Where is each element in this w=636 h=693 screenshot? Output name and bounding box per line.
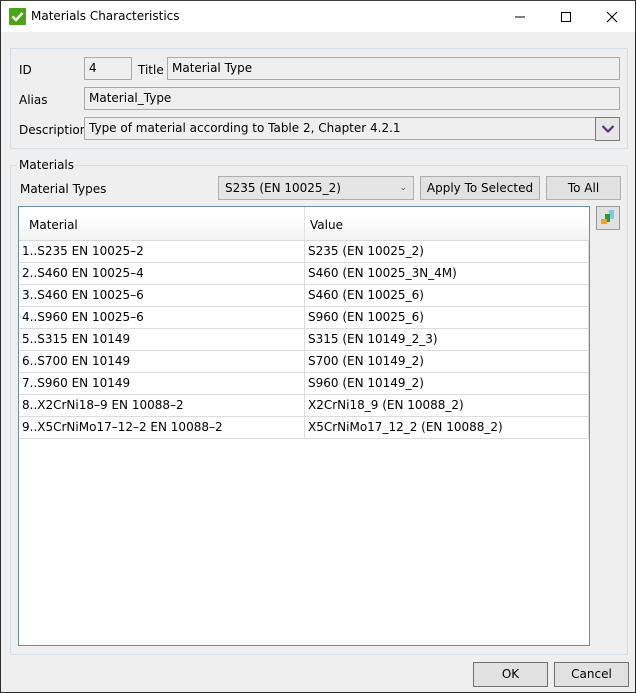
- minimize-button[interactable]: [497, 1, 543, 32]
- table-row[interactable]: 5..S315 EN 10149 S315 (EN 10149_2_3): [19, 329, 589, 351]
- value-cell[interactable]: S960 (EN 10025_6): [305, 307, 589, 328]
- material-cell[interactable]: 2..S460 EN 10025–4: [19, 263, 305, 284]
- material-types-select[interactable]: S235 (EN 10025_2) ⌄: [218, 176, 414, 200]
- material-cell[interactable]: 7..S960 EN 10149: [19, 373, 305, 394]
- table-row[interactable]: 9..X5CrNiMo17–12–2 EN 10088–2 X5CrNiMo17_…: [19, 417, 589, 439]
- value-cell[interactable]: S460 (EN 10025_3N_4M): [305, 263, 589, 284]
- table-row[interactable]: 7..S960 EN 10149 S960 (EN 10149_2): [19, 373, 589, 395]
- window-title: Materials Characteristics: [31, 9, 180, 23]
- chevron-down-icon: ⌄: [399, 183, 407, 193]
- material-cell[interactable]: 3..S460 EN 10025–6: [19, 285, 305, 306]
- table-row[interactable]: 8..X2CrNi18–9 EN 10088–2 X2CrNi18_9 (EN 1…: [19, 395, 589, 417]
- title-label: Title: [138, 63, 164, 77]
- material-types-selected: S235 (EN 10025_2): [225, 181, 341, 195]
- blocks-icon: [601, 210, 614, 224]
- table-row[interactable]: 1..S235 EN 10025–2 S235 (EN 10025_2): [19, 241, 589, 263]
- apply-to-selected-button[interactable]: Apply To Selected: [420, 176, 540, 200]
- alias-label: Alias: [19, 93, 48, 107]
- material-cell[interactable]: 1..S235 EN 10025–2: [19, 241, 305, 262]
- grid-header: Material Value: [19, 207, 589, 241]
- materials-grid: Material Value 1..S235 EN 10025–2 S235 (E…: [18, 206, 590, 646]
- column-header-material[interactable]: Material: [19, 207, 305, 241]
- value-cell[interactable]: X5CrNiMo17_12_2 (EN 10088_2): [305, 417, 589, 438]
- material-cell[interactable]: 9..X5CrNiMo17–12–2 EN 10088–2: [19, 417, 305, 438]
- material-cell[interactable]: 8..X2CrNi18–9 EN 10088–2: [19, 395, 305, 416]
- column-header-value[interactable]: Value: [305, 207, 589, 241]
- chevron-down-icon: [601, 125, 614, 134]
- material-cell[interactable]: 5..S315 EN 10149: [19, 329, 305, 350]
- material-cell[interactable]: 6..S700 EN 10149: [19, 351, 305, 372]
- table-row[interactable]: 2..S460 EN 10025–4 S460 (EN 10025_3N_4M): [19, 263, 589, 285]
- maximize-button[interactable]: [543, 1, 589, 32]
- value-cell[interactable]: X2CrNi18_9 (EN 10088_2): [305, 395, 589, 416]
- material-cell[interactable]: 4..S960 EN 10025–6: [19, 307, 305, 328]
- materials-characteristics-dialog: Materials Characteristics ID 4 Title Mat…: [0, 0, 636, 693]
- table-row[interactable]: 6..S700 EN 10149 S700 (EN 10149_2): [19, 351, 589, 373]
- close-icon: [606, 11, 618, 22]
- value-cell[interactable]: S315 (EN 10149_2_3): [305, 329, 589, 350]
- title-field[interactable]: Material Type: [167, 57, 620, 80]
- material-types-label: Material Types: [20, 182, 107, 196]
- check-icon: [9, 8, 26, 25]
- value-cell[interactable]: S460 (EN 10025_6): [305, 285, 589, 306]
- id-label: ID: [19, 63, 32, 77]
- materials-group-label: Materials: [17, 158, 77, 172]
- value-cell[interactable]: S235 (EN 10025_2): [305, 241, 589, 262]
- grid-rows: 1..S235 EN 10025–2 S235 (EN 10025_2) 2..S4…: [19, 241, 589, 439]
- table-row[interactable]: 4..S960 EN 10025–6 S960 (EN 10025_6): [19, 307, 589, 329]
- title-bar: Materials Characteristics: [1, 1, 635, 32]
- description-dropdown-button[interactable]: [595, 117, 620, 141]
- table-row[interactable]: 3..S460 EN 10025–6 S460 (EN 10025_6): [19, 285, 589, 307]
- minimize-icon: [515, 16, 525, 17]
- close-button[interactable]: [589, 1, 635, 32]
- export-button[interactable]: [596, 206, 620, 230]
- maximize-icon: [561, 11, 571, 22]
- value-cell[interactable]: S700 (EN 10149_2): [305, 351, 589, 372]
- description-field[interactable]: Type of material according to Table 2, C…: [84, 117, 596, 140]
- apply-to-all-button[interactable]: To All: [546, 176, 621, 200]
- id-field[interactable]: 4: [84, 57, 132, 80]
- ok-button[interactable]: OK: [473, 662, 548, 687]
- alias-field[interactable]: Material_Type: [84, 87, 620, 110]
- value-cell[interactable]: S960 (EN 10149_2): [305, 373, 589, 394]
- cancel-button[interactable]: Cancel: [554, 662, 629, 687]
- description-label: Description: [19, 123, 88, 137]
